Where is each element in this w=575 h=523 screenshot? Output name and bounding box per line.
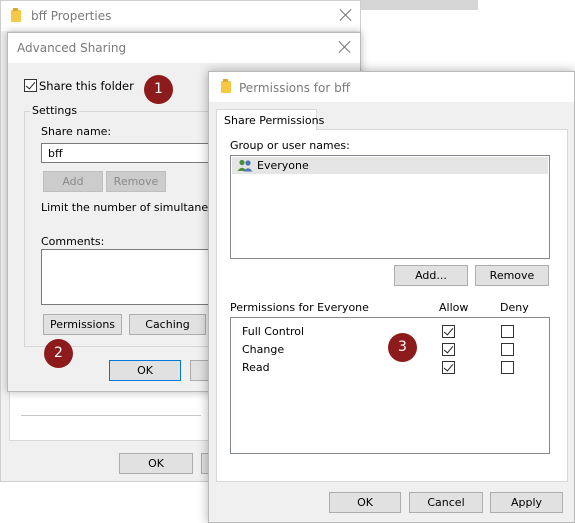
tab-share-permissions-label: Share Permissions <box>224 114 325 127</box>
caching-button[interactable]: Caching <box>129 314 206 335</box>
folder-icon <box>221 79 231 93</box>
close-icon[interactable] <box>338 40 352 54</box>
share-folder-checkbox[interactable] <box>24 79 37 92</box>
allow-checkbox[interactable] <box>442 325 455 338</box>
permission-row: Read <box>231 359 549 377</box>
share-name-input[interactable]: bff <box>41 143 216 163</box>
permissions-ok-button[interactable]: OK <box>329 492 401 513</box>
properties-ok-button[interactable]: OK <box>119 453 193 474</box>
list-item[interactable]: Everyone <box>232 157 548 174</box>
group-names-label: Group or user names: <box>230 139 350 152</box>
permissions-for-label: Permissions for Everyone <box>230 301 369 314</box>
remove-share-button[interactable]: Remove <box>106 171 166 192</box>
tab-share-permissions[interactable]: Share Permissions <box>216 109 324 130</box>
callout-marker-3: 3 <box>388 333 417 362</box>
permission-name: Full Control <box>242 325 305 338</box>
permission-name: Read <box>242 361 270 374</box>
deny-header: Deny <box>500 301 529 314</box>
share-name-label: Share name: <box>41 125 112 138</box>
allow-header: Allow <box>439 301 469 314</box>
callout-marker-1: 1 <box>144 75 173 104</box>
deny-checkbox[interactable] <box>501 343 514 356</box>
comments-label: Comments: <box>41 235 105 248</box>
advanced-ok-button[interactable]: OK <box>109 360 181 381</box>
properties-hidden-field <box>21 394 201 416</box>
background-window-edge <box>360 0 478 10</box>
deny-checkbox[interactable] <box>501 361 514 374</box>
permission-name: Change <box>242 343 285 356</box>
permissions-titlebar: Permissions for bff <box>209 72 574 102</box>
comments-textarea[interactable] <box>41 249 216 305</box>
callout-marker-2: 2 <box>44 339 73 368</box>
permissions-button[interactable]: Permissions <box>43 314 122 335</box>
allow-checkbox[interactable] <box>442 343 455 356</box>
allow-checkbox[interactable] <box>442 361 455 374</box>
share-name-value: bff <box>48 147 63 160</box>
remove-user-button[interactable]: Remove <box>475 265 549 286</box>
permissions-dialog: Permissions for bff Share Permissions Gr… <box>208 71 575 523</box>
advanced-sharing-titlebar: Advanced Sharing <box>8 33 360 63</box>
permissions-cancel-button[interactable]: Cancel <box>409 492 483 513</box>
permissions-title: Permissions for bff <box>239 81 350 95</box>
permissions-list: Full Control Change Read <box>230 317 550 454</box>
apply-button[interactable]: Apply <box>490 492 563 513</box>
share-folder-label: Share this folder <box>39 79 134 93</box>
deny-checkbox[interactable] <box>501 325 514 338</box>
properties-titlebar: bff Properties <box>1 1 360 31</box>
user-list[interactable]: Everyone <box>230 155 550 259</box>
folder-icon <box>11 8 21 22</box>
properties-title: bff Properties <box>31 9 112 23</box>
add-user-button[interactable]: Add... <box>394 265 468 286</box>
close-icon[interactable] <box>339 8 353 22</box>
user-name-everyone: Everyone <box>257 159 309 172</box>
users-icon <box>237 159 253 172</box>
settings-label: Settings <box>30 104 80 117</box>
add-share-button[interactable]: Add <box>43 171 103 192</box>
advanced-sharing-title: Advanced Sharing <box>17 41 127 55</box>
